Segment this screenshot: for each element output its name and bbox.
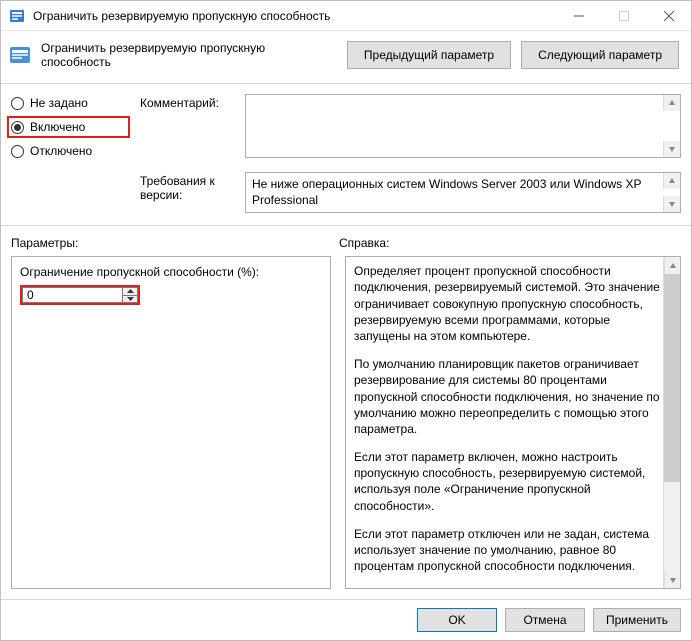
ok-button[interactable]: OK: [417, 608, 497, 632]
radio-label: Не задано: [30, 96, 88, 110]
help-paragraph: Внимание! Если ограничение пропускной сп…: [354, 586, 660, 589]
next-setting-button[interactable]: Следующий параметр: [521, 41, 679, 69]
apply-button[interactable]: Применить: [593, 608, 681, 632]
params-panel: Ограничение пропускной способности (%):: [11, 256, 331, 589]
radio-enabled[interactable]: Включено: [11, 120, 126, 134]
scroll-down-icon[interactable]: [664, 571, 680, 588]
help-section-label: Справка:: [339, 236, 681, 250]
spinner-down-button[interactable]: [123, 295, 137, 303]
radio-not-configured[interactable]: Не задано: [11, 96, 126, 110]
help-paragraph: Если этот параметр включен, можно настро…: [354, 449, 660, 514]
help-paragraph: По умолчанию планировщик пакетов огранич…: [354, 356, 660, 437]
setting-title: Ограничить резервируемую пропускную спос…: [41, 41, 337, 69]
titlebar: Ограничить резервируемую пропускную спос…: [1, 1, 691, 31]
app-icon: [9, 8, 25, 24]
scroll-down-icon[interactable]: [663, 196, 680, 212]
scrollbar-thumb[interactable]: [664, 274, 680, 482]
requirement-text: Не ниже операционных систем Windows Serv…: [245, 172, 681, 213]
comment-textarea[interactable]: [245, 94, 681, 158]
scroll-up-icon[interactable]: [663, 95, 680, 111]
radio-label: Включено: [30, 120, 85, 134]
scroll-down-icon[interactable]: [663, 141, 680, 157]
header-row: Ограничить резервируемую пропускную спос…: [1, 31, 691, 84]
close-button[interactable]: [646, 1, 691, 30]
scroll-up-icon[interactable]: [663, 173, 680, 189]
previous-setting-button[interactable]: Предыдущий параметр: [347, 41, 511, 69]
window-title: Ограничить резервируемую пропускную спос…: [33, 9, 556, 23]
radio-disabled[interactable]: Отключено: [11, 144, 126, 158]
policy-icon: [9, 44, 31, 66]
minimize-button[interactable]: [556, 1, 601, 30]
requirement-label: Требования к версии:: [140, 172, 235, 213]
cancel-button[interactable]: Отмена: [505, 608, 585, 632]
maximize-button[interactable]: [601, 1, 646, 30]
scroll-up-icon[interactable]: [664, 257, 680, 274]
help-paragraph: Определяет процент пропускной способност…: [354, 263, 660, 344]
help-scrollbar[interactable]: [663, 257, 680, 588]
help-panel: Определяет процент пропускной способност…: [345, 256, 681, 589]
help-paragraph: Если этот параметр отключен или не задан…: [354, 526, 660, 575]
dialog-buttons: OK Отмена Применить: [1, 599, 691, 640]
radio-label: Отключено: [30, 144, 92, 158]
bandwidth-limit-input[interactable]: [22, 287, 122, 303]
params-section-label: Параметры:: [11, 236, 339, 250]
state-radio-group: Не задано Включено Отключено: [11, 94, 126, 213]
comment-label: Комментарий:: [140, 94, 235, 158]
bandwidth-limit-label: Ограничение пропускной способности (%):: [20, 265, 322, 279]
